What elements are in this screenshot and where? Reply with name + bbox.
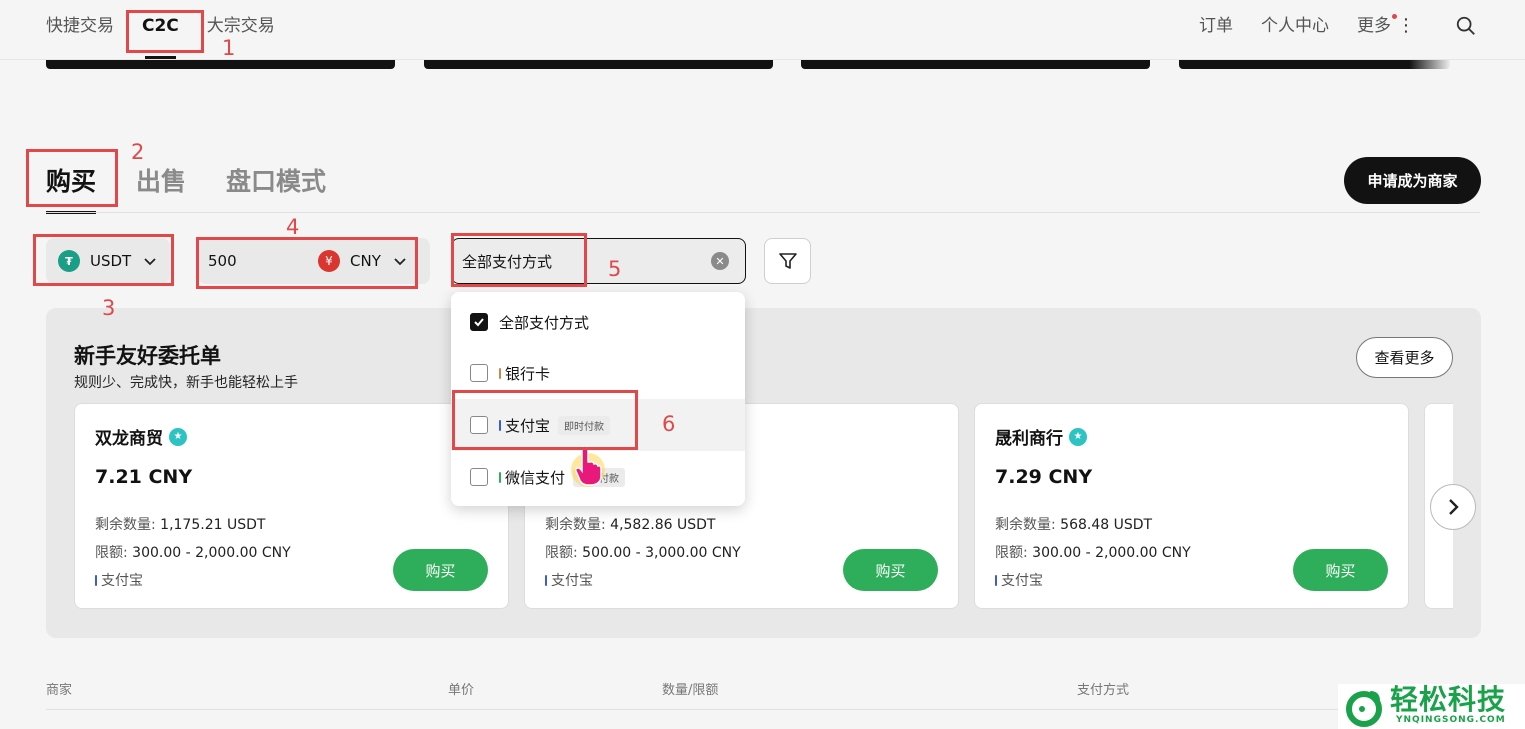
- watermark-sub: YNQINGSONG.COM: [1396, 715, 1506, 725]
- checkbox-icon[interactable]: [470, 468, 488, 486]
- offer-card[interactable]: 晟利商行 ★ 7.29 CNY 剩余数量: 568.48 USDT 限额: 300…: [974, 403, 1409, 609]
- search-icon[interactable]: [1455, 15, 1477, 37]
- nav-more[interactable]: 更多: [1357, 14, 1397, 38]
- filter-button[interactable]: [764, 238, 811, 284]
- option-label: 银行卡: [505, 364, 551, 383]
- merchant-name-text: 晟利商行: [995, 429, 1063, 449]
- option-label: 全部支付方式: [499, 313, 590, 332]
- remaining-label: 剩余数量:: [545, 517, 606, 533]
- checkbox-icon[interactable]: [470, 364, 488, 382]
- th-payment: 支付方式: [1077, 683, 1130, 698]
- payment-tag-text: 支付宝: [101, 573, 143, 589]
- limit-line: 限额: 300.00 - 2,000.00 CNY: [95, 542, 291, 562]
- payment-tag-text: 支付宝: [551, 573, 593, 589]
- limit-label: 限额:: [95, 545, 128, 561]
- annotation-box-1: [126, 10, 204, 53]
- annotation-box-6: [452, 390, 638, 450]
- limit-line: 限额: 300.00 - 2,000.00 CNY: [995, 542, 1191, 562]
- price: 7.21 CNY: [95, 466, 193, 488]
- limit-value: 300.00 - 2,000.00 CNY: [132, 545, 291, 561]
- watermark-logo-icon: [1346, 691, 1382, 727]
- checkbox-checked-icon[interactable]: [470, 313, 488, 331]
- limit-value: 500.00 - 3,000.00 CNY: [582, 545, 741, 561]
- watermark: 轻松科技 YNQINGSONG.COM: [1338, 684, 1525, 729]
- buy-button[interactable]: 购买: [843, 549, 938, 591]
- buy-button[interactable]: 购买: [1293, 549, 1388, 591]
- th-quantity: 数量/限额: [662, 683, 719, 698]
- remaining-value: 1,175.21 USDT: [160, 517, 266, 533]
- verified-icon: ★: [169, 427, 187, 446]
- annotation-box-4: [196, 237, 418, 289]
- th-price: 单价: [448, 683, 475, 698]
- banner-4[interactable]: [1179, 60, 1450, 69]
- annotation-number-1: 1: [222, 36, 236, 60]
- annotation-number-5: 5: [608, 257, 622, 281]
- kebab-icon[interactable]: ⋮: [1397, 14, 1415, 38]
- tabs-divider: [46, 212, 1480, 213]
- banner-2[interactable]: [424, 60, 773, 69]
- remaining-value: 568.48 USDT: [1060, 517, 1153, 533]
- nav-orders[interactable]: 订单: [1199, 14, 1233, 38]
- panel-title: 新手友好委托单: [74, 344, 221, 368]
- remaining-value: 4,582.86 USDT: [610, 517, 716, 533]
- annotation-number-4: 4: [286, 215, 300, 239]
- buy-button[interactable]: 购买: [393, 549, 488, 591]
- tab-sell[interactable]: 出售: [136, 165, 186, 199]
- clear-icon[interactable]: ✕: [711, 252, 729, 270]
- bank-color-bar: [499, 367, 501, 379]
- watermark-text: 轻松科技: [1390, 683, 1507, 716]
- annotation-box-2: [26, 149, 118, 207]
- remaining-label: 剩余数量:: [95, 517, 156, 533]
- wechat-color-bar: [499, 471, 501, 483]
- nav-block-trade[interactable]: 大宗交易: [207, 14, 275, 38]
- th-merchant: 商家: [46, 683, 73, 698]
- annotation-box-3: [33, 234, 174, 286]
- verified-icon: ★: [1069, 427, 1087, 446]
- table-divider: [46, 709, 1480, 710]
- merchant-name[interactable]: 晟利商行 ★: [995, 424, 1087, 449]
- filter-icon: [778, 253, 797, 269]
- payment-tag: 支付宝: [95, 570, 143, 590]
- limit-label: 限额:: [995, 545, 1028, 561]
- nav-profile[interactable]: 个人中心: [1261, 14, 1329, 38]
- annotation-box-5: [451, 233, 587, 287]
- annotation-number-3: 3: [102, 296, 116, 320]
- option-all-payments[interactable]: 全部支付方式: [451, 296, 745, 348]
- nav-right: 订单 个人中心 更多 ⋮: [1199, 14, 1477, 38]
- remaining-line: 剩余数量: 1,175.21 USDT: [95, 514, 265, 534]
- option-label: 微信支付: [505, 468, 566, 487]
- panel-subtitle: 规则少、完成快，新手也能轻松上手: [74, 375, 298, 391]
- remaining-label: 剩余数量:: [995, 517, 1056, 533]
- payment-tag-text: 支付宝: [1001, 573, 1043, 589]
- limit-line: 限额: 500.00 - 3,000.00 CNY: [545, 542, 741, 562]
- merchant-name-text: 双龙商贸: [95, 429, 163, 449]
- offer-card[interactable]: 双龙商贸 ★ 7.21 CNY 剩余数量: 1,175.21 USDT 限额: 3…: [74, 403, 509, 609]
- remaining-line: 剩余数量: 568.48 USDT: [995, 514, 1152, 534]
- become-merchant-button[interactable]: 申请成为商家: [1344, 157, 1481, 204]
- price: 7.29 CNY: [995, 466, 1093, 488]
- payment-tag: 支付宝: [545, 570, 593, 590]
- limit-label: 限额:: [545, 545, 578, 561]
- nav-quick-trade[interactable]: 快捷交易: [46, 14, 114, 38]
- view-more-button[interactable]: 查看更多: [1356, 337, 1453, 378]
- banner-3[interactable]: [801, 60, 1150, 69]
- tab-orderbook[interactable]: 盘口模式: [226, 165, 326, 199]
- annotation-number-6: 6: [662, 412, 676, 436]
- limit-value: 300.00 - 2,000.00 CNY: [1032, 545, 1191, 561]
- annotation-number-2: 2: [131, 140, 145, 164]
- banner-1[interactable]: [46, 60, 395, 69]
- payment-tag: 支付宝: [995, 570, 1043, 590]
- remaining-line: 剩余数量: 4,582.86 USDT: [545, 514, 715, 534]
- merchant-name[interactable]: 双龙商贸 ★: [95, 424, 187, 449]
- chevron-right-icon[interactable]: [1430, 484, 1476, 530]
